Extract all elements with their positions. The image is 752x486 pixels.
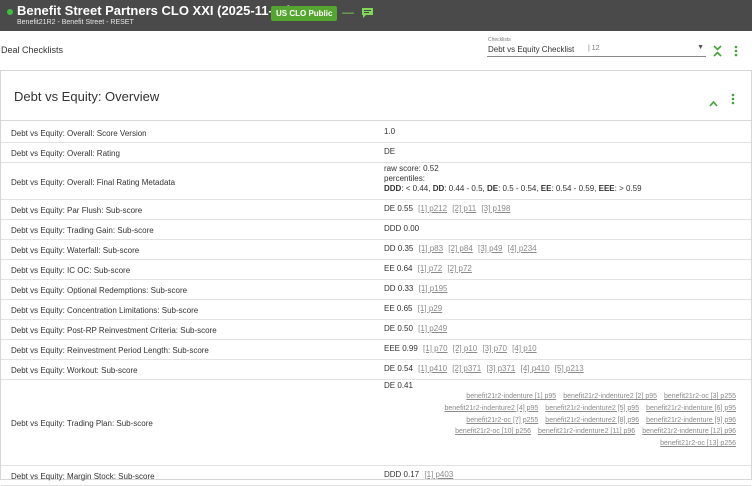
reference-link[interactable]: benefit21r2-indenture2 [5] p95 bbox=[545, 405, 639, 412]
checklist-select-count: | 12 bbox=[588, 45, 600, 52]
reference-link[interactable]: [2] p84 bbox=[448, 244, 472, 253]
row-label: Debt vs Equity: IC OC: Sub-score bbox=[11, 266, 131, 275]
row-value: EE 0.65 [1] p29 bbox=[384, 304, 443, 313]
row-value: EE 0.64 [1] p72 [2] p72 bbox=[384, 264, 472, 273]
table-row: Debt vs Equity: Trading Gain: Sub-score … bbox=[1, 220, 751, 240]
row-value: DE 0.41 bbox=[384, 381, 413, 390]
table-row: Debt vs Equity: Waterfall: Sub-score DD … bbox=[1, 240, 751, 260]
trading-plan-references: benefit21r2-indenture [1] p95 benefit21r2… bbox=[384, 391, 737, 450]
row-label: Debt vs Equity: Overall: Score Version bbox=[11, 129, 147, 138]
overview-panel: Debt vs Equity: Overview Debt vs Equity:… bbox=[0, 70, 752, 486]
reference-link[interactable]: [1] p83 bbox=[419, 244, 443, 253]
row-value: DE 0.50 [1] p249 bbox=[384, 324, 448, 333]
reference-link[interactable]: [1] p29 bbox=[418, 304, 442, 313]
chevron-up-icon[interactable] bbox=[709, 94, 718, 107]
reference-link[interactable]: [2] p371 bbox=[452, 364, 481, 373]
reference-link[interactable]: benefit21r2-oc [7] p255 bbox=[466, 417, 538, 424]
reference-link[interactable]: benefit21r2-oc [3] p255 bbox=[664, 393, 736, 400]
table-row: Debt vs Equity: Workout: Sub-score DE 0.… bbox=[1, 360, 751, 380]
table-row: Debt vs Equity: Overall: Final Rating Me… bbox=[1, 163, 751, 200]
reference-link[interactable]: benefit21r2-indenture [12] p96 bbox=[642, 428, 736, 435]
table-row: Debt vs Equity: Overall: Rating DE bbox=[1, 143, 751, 163]
chevron-down-icon: ▼ bbox=[697, 44, 704, 51]
table-row: Debt vs Equity: Overall: Score Version 1… bbox=[1, 123, 751, 143]
comment-icon[interactable] bbox=[361, 6, 374, 18]
reference-link[interactable]: benefit21r2-oc [13] p256 bbox=[660, 440, 736, 447]
table-row: Debt vs Equity: Optional Redemptions: Su… bbox=[1, 280, 751, 300]
reference-link[interactable]: benefit21r2-indenture2 [8] p96 bbox=[545, 417, 639, 424]
reference-link[interactable]: [1] p212 bbox=[418, 204, 447, 213]
reference-link[interactable]: [5] p213 bbox=[555, 364, 584, 373]
row-value: 1.0 bbox=[384, 127, 396, 136]
reference-link[interactable]: benefit21r2-indenture2 [4] p95 bbox=[445, 405, 539, 412]
reference-link[interactable]: [2] p11 bbox=[452, 204, 476, 213]
minimize-button[interactable]: — bbox=[342, 5, 354, 19]
reference-link[interactable]: [4] p10 bbox=[512, 344, 536, 353]
more-vertical-icon[interactable] bbox=[731, 92, 735, 105]
reference-link[interactable]: [3] p371 bbox=[486, 364, 515, 373]
row-label: Debt vs Equity: Waterfall: Sub-score bbox=[11, 246, 140, 255]
reference-link[interactable]: [2] p72 bbox=[447, 264, 471, 273]
reference-link[interactable]: [1] p195 bbox=[419, 284, 448, 293]
reference-link[interactable]: [4] p410 bbox=[521, 364, 550, 373]
checklists-title: Deal Checklists bbox=[1, 45, 64, 55]
checklist-select[interactable]: Debt vs Equity Checklist | 12 ▼ bbox=[487, 43, 706, 57]
reference-link[interactable]: benefit21r2-indenture [1] p95 bbox=[466, 393, 556, 400]
row-value: DE 0.54 [1] p410 [2] p371 [3] p371 [4] p… bbox=[384, 364, 584, 373]
percentiles-values: DDD: < 0.44, DD: 0.44 - 0.5, DE: 0.5 - 0… bbox=[384, 184, 642, 193]
rating-metadata: raw score: 0.52 percentiles: DDD: < 0.44… bbox=[384, 164, 642, 194]
status-dot-icon bbox=[7, 9, 13, 15]
row-value: DE 0.55 [1] p212 [2] p11 [3] p198 bbox=[384, 204, 511, 213]
reference-link[interactable]: [3] p49 bbox=[478, 244, 502, 253]
checklist-select-value: Debt vs Equity Checklist bbox=[488, 45, 575, 54]
reference-link[interactable]: [1] p403 bbox=[424, 470, 453, 479]
reference-link[interactable]: benefit21r2-indenture2 [2] p95 bbox=[563, 393, 657, 400]
table-row: Debt vs Equity: Par Flush: Sub-score DE … bbox=[1, 200, 751, 220]
reference-link[interactable]: benefit21r2-indenture [6] p95 bbox=[646, 405, 736, 412]
row-label: Debt vs Equity: Optional Redemptions: Su… bbox=[11, 286, 188, 295]
reference-link[interactable]: benefit21r2-indenture2 [11] p96 bbox=[538, 428, 635, 435]
table-row: Debt vs Equity: Margin Stock: Sub-score … bbox=[1, 466, 751, 486]
deal-title: Benefit Street Partners CLO XXI (2025-11… bbox=[17, 3, 292, 18]
table-row: Debt vs Equity: Reinvestment Period Leng… bbox=[1, 340, 751, 360]
row-label: Debt vs Equity: Overall: Final Rating Me… bbox=[11, 178, 176, 187]
row-value: DD 0.33 [1] p195 bbox=[384, 284, 448, 293]
table-row: Debt vs Equity: Concentration Limitation… bbox=[1, 300, 751, 320]
top-bar: Benefit Street Partners CLO XXI (2025-11… bbox=[0, 0, 752, 31]
row-label: Debt vs Equity: Post-RP Reinvestment Cri… bbox=[11, 326, 217, 335]
deal-subtitle: Benefit21R2 - Benefit Street - RESET bbox=[17, 19, 134, 26]
row-label: Debt vs Equity: Trading Plan: Sub-score bbox=[11, 419, 153, 428]
reference-link[interactable]: [3] p70 bbox=[482, 344, 506, 353]
reference-link[interactable]: benefit21r2-oc [10] p256 bbox=[455, 428, 531, 435]
deal-type-badge: US CLO Public bbox=[271, 6, 338, 21]
row-label: Debt vs Equity: Concentration Limitation… bbox=[11, 306, 199, 315]
reference-link[interactable]: [1] p410 bbox=[418, 364, 447, 373]
row-label: Debt vs Equity: Par Flush: Sub-score bbox=[11, 206, 143, 215]
row-value: DDD 0.17 [1] p403 bbox=[384, 470, 454, 479]
reference-link[interactable]: [1] p72 bbox=[418, 264, 442, 273]
expand-all-icon[interactable] bbox=[713, 44, 722, 57]
table-row: Debt vs Equity: IC OC: Sub-score EE 0.64… bbox=[1, 260, 751, 280]
panel-title: Debt vs Equity: Overview bbox=[14, 89, 160, 104]
row-value: EEE 0.99 [1] p70 [2] p10 [3] p70 [4] p10 bbox=[384, 344, 537, 353]
reference-link[interactable]: [1] p249 bbox=[418, 324, 447, 333]
percentiles-label: percentiles: bbox=[384, 174, 425, 183]
panel-header: Debt vs Equity: Overview bbox=[1, 71, 751, 121]
reference-link[interactable]: [2] p10 bbox=[453, 344, 477, 353]
reference-link[interactable]: [3] p198 bbox=[481, 204, 510, 213]
row-value: DDD 0.00 bbox=[384, 224, 420, 233]
row-label: Debt vs Equity: Trading Gain: Sub-score bbox=[11, 226, 154, 235]
row-value: DD 0.35 [1] p83 [2] p84 [3] p49 [4] p234 bbox=[384, 244, 537, 253]
row-label: Debt vs Equity: Reinvestment Period Leng… bbox=[11, 346, 209, 355]
more-vertical-icon[interactable] bbox=[734, 44, 738, 57]
table-row: Debt vs Equity: Post-RP Reinvestment Cri… bbox=[1, 320, 751, 340]
raw-score: raw score: 0.52 bbox=[384, 164, 439, 173]
table-row: Debt vs Equity: Trading Plan: Sub-score … bbox=[1, 380, 751, 466]
row-label: Debt vs Equity: Overall: Rating bbox=[11, 149, 120, 158]
row-label: Debt vs Equity: Workout: Sub-score bbox=[11, 366, 138, 375]
row-value: DE bbox=[384, 147, 396, 156]
reference-link[interactable]: [1] p70 bbox=[423, 344, 447, 353]
reference-link[interactable]: benefit21r2-indenture [9] p96 bbox=[646, 417, 736, 424]
reference-link[interactable]: [4] p234 bbox=[508, 244, 537, 253]
